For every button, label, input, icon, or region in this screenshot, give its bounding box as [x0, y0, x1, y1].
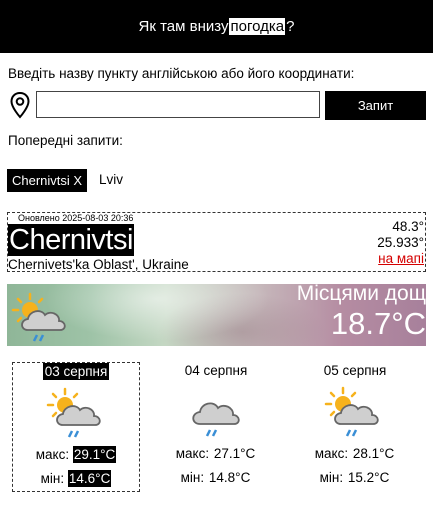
- header-title-highlight: погодка: [229, 18, 286, 35]
- partly-cloudy-rain-icon: [324, 386, 379, 437]
- current-weather-banner: Місцями дощ 18.7°C: [7, 284, 426, 346]
- max-temperature: 28.1°C: [352, 446, 395, 461]
- forecast-day-name: 05 серпня: [323, 363, 387, 378]
- header-title-end: ?: [286, 18, 295, 35]
- search-input[interactable]: [36, 91, 320, 118]
- min-temperature: 14.6°C: [67, 470, 112, 487]
- search-prompt: Введіть назву пункту англійською або йог…: [8, 66, 355, 81]
- max-temperature: 29.1°C: [72, 446, 117, 463]
- header-title-start: Як там внизу: [138, 18, 229, 35]
- forecast-day-card[interactable]: 04 серпня макс: 27.1°C мін: 14.8°C: [152, 362, 280, 492]
- map-link[interactable]: на мапі: [378, 251, 424, 266]
- longitude: 25.933°: [377, 235, 424, 250]
- max-temperature: 27.1°C: [213, 446, 256, 461]
- submit-button[interactable]: Запит: [325, 91, 426, 120]
- history-item-lviv[interactable]: Lviv: [99, 172, 123, 187]
- partly-cloudy-rain-icon: [46, 387, 101, 438]
- forecast-day-name: 03 серпня: [42, 363, 110, 380]
- min-label: мін:: [180, 470, 205, 485]
- history-label: Попередні запити:: [8, 133, 123, 148]
- max-label: макс:: [175, 446, 210, 461]
- app-header: Як там внизу погодка ?: [0, 0, 433, 53]
- updated-timestamp: Оновлено 2025-08-03 20:36: [18, 213, 134, 223]
- history-item-chernivtsi[interactable]: Chernivtsi X: [7, 169, 88, 192]
- forecast-day-name: 04 серпня: [184, 363, 248, 378]
- min-label: мін:: [319, 470, 344, 485]
- forecast-day-card[interactable]: 05 серпня макс: 28.1°C мін: 15.2°C: [291, 362, 419, 492]
- coordinates: 48.3° 25.933° на мапі: [377, 219, 424, 267]
- max-label: макс:: [314, 446, 349, 461]
- max-label: макс:: [35, 447, 70, 462]
- cloud-rain-icon: [192, 402, 240, 437]
- forecast-day-card[interactable]: 03 серпня макс: 29.1°C мін: 14.6°C: [12, 362, 140, 492]
- latitude: 48.3°: [392, 219, 424, 234]
- min-temperature: 15.2°C: [347, 470, 390, 485]
- region-name: Chernivets'ka Oblast', Ukraine: [8, 257, 189, 272]
- city-name: Chernivtsi: [8, 224, 134, 256]
- current-temperature: 18.7°C: [330, 306, 426, 341]
- location-pin-icon: [10, 91, 30, 119]
- min-temperature: 14.8°C: [208, 470, 251, 485]
- weather-description: Місцями дощ: [296, 284, 426, 305]
- min-label: мін:: [40, 471, 65, 486]
- partly-cloudy-rain-icon: [11, 292, 66, 342]
